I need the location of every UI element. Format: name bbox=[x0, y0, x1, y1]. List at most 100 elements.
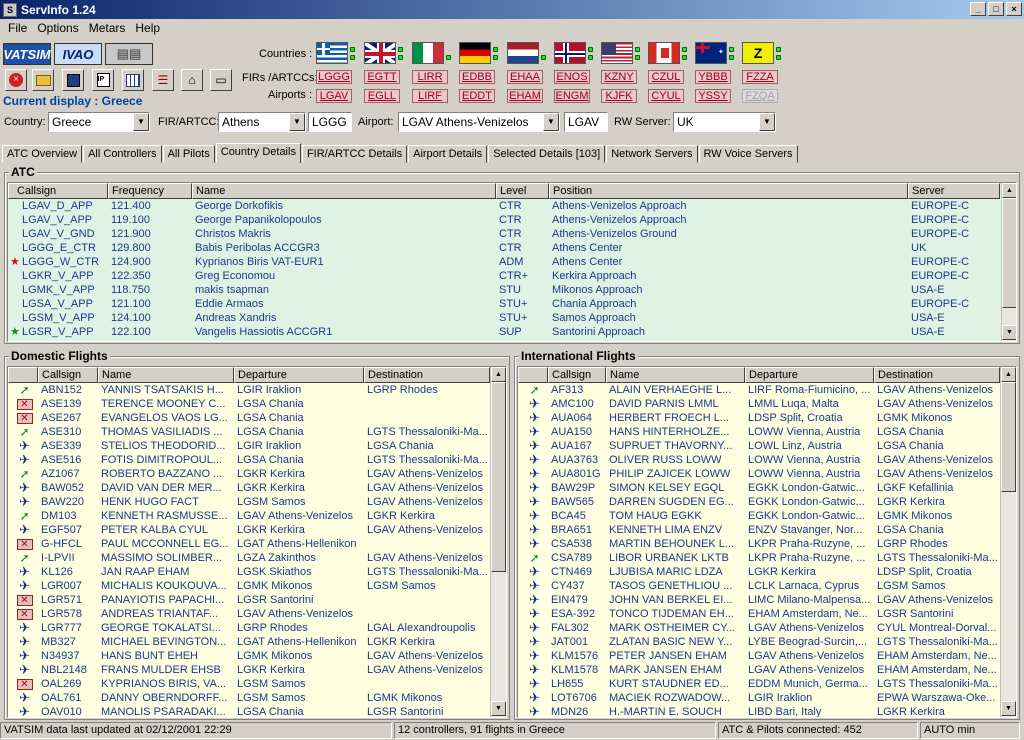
table-row[interactable]: LGSA_V_APP 121.100 Eddie Armaos STU+ Chania … bbox=[8, 297, 1000, 311]
domestic-table[interactable]: Callsign Name Departure Destination ➚ ABN… bbox=[7, 366, 507, 718]
scroll-up-icon[interactable]: ▲ bbox=[491, 367, 506, 382]
airport-chip[interactable]: YSSY bbox=[695, 89, 731, 103]
grid-icon[interactable] bbox=[122, 69, 144, 91]
tab-fir-details[interactable]: FIR/ARTCC Details bbox=[301, 145, 408, 163]
table-row[interactable]: ✈ LGR777 GEORGE TOKALATSI... LGRP Rhodes LGA… bbox=[8, 621, 490, 635]
table-row[interactable]: ✕ ASE139 TERENCE MOONEY C... LGSA Chania bbox=[8, 397, 490, 411]
table-row[interactable]: ✈ AUA064 HERBERT FROECH L... LDSP Split, Cr… bbox=[518, 411, 1000, 425]
scroll-thumb[interactable] bbox=[1001, 382, 1016, 492]
airport-chip[interactable]: EHAM bbox=[507, 89, 543, 103]
table-row[interactable]: ✈ BCA45 TOM HAUG EGKK EGKK London-Gatwic...… bbox=[518, 509, 1000, 523]
tab-country-details[interactable]: Country Details bbox=[215, 143, 301, 163]
fir-chip[interactable]: ENOS bbox=[554, 70, 590, 84]
flag-netherlands-icon[interactable] bbox=[507, 42, 539, 64]
table-row[interactable]: ✈ AUA3763 OLIVER RUSS LOWW LOWW Vienna, Aus… bbox=[518, 453, 1000, 467]
table-row[interactable]: ✈ KLM1578 MARK JANSEN EHAM LGAV Athens-Veni… bbox=[518, 663, 1000, 677]
table-row[interactable]: ✈ AUA150 HANS HINTERHOLZE... LOWW Vienna, A… bbox=[518, 425, 1000, 439]
menu-file[interactable]: File bbox=[3, 21, 32, 35]
table-row[interactable]: ➚ I-LPVII MASSIMO SOLIMBER... LGZA Zakintho… bbox=[8, 551, 490, 565]
column-header[interactable]: Position bbox=[549, 183, 908, 199]
fir-chip[interactable]: LGGG bbox=[316, 70, 352, 84]
tab-all-pilots[interactable]: All Pilots bbox=[162, 145, 215, 163]
table-row[interactable]: ✈ EGF507 PETER KALBA CYUL LGKR Kerkira LGAV … bbox=[8, 523, 490, 537]
table-row[interactable]: ★ LGGG_W_CTR 124.900 Kyprianos Biris VAT-EU… bbox=[8, 255, 1000, 269]
table-row[interactable]: LGAV_V_APP 119.100 George Papanikolopoulos… bbox=[8, 213, 1000, 227]
flag-norway-icon[interactable] bbox=[554, 42, 586, 64]
column-header[interactable]: Name bbox=[606, 367, 745, 383]
table-row[interactable]: ✕ LGR578 ANDREAS TRIANTAF... LGAV Athens-Ve… bbox=[8, 607, 490, 621]
table-row[interactable]: ✈ CSA538 MARTIN BEHOUNEK L... LKPR Praha-Ru… bbox=[518, 537, 1000, 551]
menu-options[interactable]: Options bbox=[32, 21, 83, 35]
table-row[interactable]: ✈ MB327 MICHAEL BEVINGTON... LGAT Athens-He… bbox=[8, 635, 490, 649]
list-icon[interactable]: ☰ bbox=[152, 69, 174, 91]
table-row[interactable]: ➚ AZ1067 ROBERTO BAZZANO ... LGKR Kerkira LG… bbox=[8, 467, 490, 481]
fir-select[interactable]: Athens ▼ bbox=[218, 112, 306, 132]
column-header[interactable]: Callsign bbox=[548, 367, 606, 383]
international-scrollbar[interactable]: ▲ ▼ bbox=[1000, 367, 1016, 717]
table-row[interactable]: ✕ G-HFCL PAUL MCCONNELL EG... LGAT Athens-H… bbox=[8, 537, 490, 551]
table-row[interactable]: ✈ FAL302 MARK OSTHEIMER CY... LGAV Athens-V… bbox=[518, 621, 1000, 635]
fir-chip[interactable]: YBBB bbox=[695, 70, 731, 84]
tab-rw-voice-servers[interactable]: RW Voice Servers bbox=[698, 145, 798, 163]
international-table[interactable]: Callsign Name Departure Destination ➚ AF3… bbox=[517, 366, 1017, 718]
tab-airport-details[interactable]: Airport Details bbox=[408, 145, 488, 163]
fir-chip[interactable]: KZNY bbox=[601, 70, 637, 84]
country-select[interactable]: Greece ▼ bbox=[48, 112, 150, 132]
table-row[interactable]: ✈ OAL761 DANNY OBERNDORFF... LGSM Samos LGMK… bbox=[8, 691, 490, 705]
flag-australia-icon[interactable]: ✦ bbox=[695, 42, 727, 64]
table-row[interactable]: ✈ BAW29P SIMON KELSEY EGQL EGKK London-Gatw… bbox=[518, 481, 1000, 495]
column-header[interactable]: Frequency bbox=[108, 183, 192, 199]
table-row[interactable]: ✈ LGR007 MICHALIS KOUKOUVA... LGMK Mikonos L… bbox=[8, 579, 490, 593]
chevron-down-icon[interactable]: ▼ bbox=[289, 113, 305, 131]
maximize-button[interactable]: □ bbox=[988, 2, 1004, 16]
table-row[interactable]: ➚ CSA789 LIBOR URBANEK LKTB LKPR Praha-Ruzy… bbox=[518, 551, 1000, 565]
table-row[interactable]: ✈ BAW565 DARREN SUGDEN EG... EGKK London-Ga… bbox=[518, 495, 1000, 509]
table-row[interactable]: ✈ ESA-392 TONCO TIJDEMAN EH... EHAM Amsterd… bbox=[518, 607, 1000, 621]
binoculars-icon[interactable]: ⌂ bbox=[181, 69, 203, 91]
flag-united-kingdom-icon[interactable] bbox=[364, 42, 396, 64]
column-header[interactable]: Level bbox=[496, 183, 549, 199]
rw-server-select[interactable]: UK ▼ bbox=[673, 112, 776, 132]
flag-greece-icon[interactable] bbox=[316, 42, 348, 64]
tab-network-servers[interactable]: Network Servers bbox=[606, 145, 698, 163]
column-header[interactable]: Name bbox=[98, 367, 234, 383]
menu-metars[interactable]: Metars bbox=[84, 21, 131, 35]
tab-selected-details[interactable]: Selected Details [103] bbox=[488, 145, 606, 163]
flag-z-icon[interactable]: Z bbox=[742, 42, 774, 64]
fir-chip[interactable]: LIRR bbox=[412, 70, 448, 84]
fir-chip[interactable]: EDBB bbox=[459, 70, 495, 84]
table-row[interactable]: ✈ CTN469 LJUBISA MARIC LDZA LGKR Kerkira LDS… bbox=[518, 565, 1000, 579]
table-row[interactable]: LGAV_V_GND 121.900 Christos Makris CTR Athen… bbox=[8, 227, 1000, 241]
airport-chip[interactable]: LGAV bbox=[316, 89, 352, 103]
column-header[interactable]: Callsign bbox=[38, 367, 98, 383]
table-row[interactable]: LGGG_E_CTR 129.800 Babis Peribolas ACCGR3 C… bbox=[8, 241, 1000, 255]
table-row[interactable]: ✈ AMC100 DAVID PARNIS LMML LMML Luqa, Malta… bbox=[518, 397, 1000, 411]
save-icon[interactable] bbox=[62, 69, 84, 91]
scroll-thumb[interactable] bbox=[491, 382, 506, 572]
chevron-down-icon[interactable]: ▼ bbox=[133, 113, 149, 131]
vatsim-logo-button[interactable]: VATSIM bbox=[3, 43, 51, 65]
table-row[interactable]: ➚ DM103 KENNETH RASMUSSE... LGAV Athens-Ven… bbox=[8, 509, 490, 523]
table-row[interactable]: ✈ N34937 HANS BUNT EHEH LGMK Mikonos LGAV At… bbox=[8, 649, 490, 663]
table-row[interactable]: ✈ MDN26 H.-MARTIN E. SOUCH LIBD Bari, Italy… bbox=[518, 705, 1000, 717]
message-icon[interactable]: ▭ bbox=[210, 69, 232, 91]
table-row[interactable]: LGSM_V_APP 124.100 Andreas Xandris STU+ Samo… bbox=[8, 311, 1000, 325]
table-row[interactable]: ✈ LOT6706 MACIEK ROZWADOW... LGIR Iraklion E… bbox=[518, 691, 1000, 705]
airport-chip[interactable]: FZQA bbox=[742, 89, 778, 103]
table-row[interactable]: ✈ KL126 JAN RAAP EHAM LGSK Skiathos LGTS The… bbox=[8, 565, 490, 579]
airport-chip[interactable]: EDDT bbox=[459, 89, 495, 103]
table-row[interactable]: ✈ BAW220 HENK HUGO FACT LGSM Samos LGAV Athe… bbox=[8, 495, 490, 509]
domestic-scrollbar[interactable]: ▲ ▼ bbox=[490, 367, 506, 717]
chevron-down-icon[interactable]: ▼ bbox=[759, 113, 775, 131]
close-icon[interactable]: × bbox=[5, 69, 27, 91]
ivao-logo-button[interactable]: IVAO bbox=[54, 43, 102, 65]
tab-atc-overview[interactable]: ATC Overview bbox=[2, 145, 83, 163]
book-icon[interactable]: ▤▤ bbox=[105, 43, 153, 65]
column-header[interactable]: Name bbox=[192, 183, 496, 199]
table-row[interactable]: ✈ OAV010 MANOLIS PSARADAKI... LGSA Chania LG… bbox=[8, 705, 490, 717]
close-window-button[interactable]: × bbox=[1006, 2, 1022, 16]
table-row[interactable]: ✈ LH655 KURT STAUDNER ED... EDDM Munich, Ge… bbox=[518, 677, 1000, 691]
table-row[interactable]: ✕ LGR571 PANAYIOTIS PAPACHI... LGSR Santori… bbox=[8, 593, 490, 607]
airport-chip[interactable]: LIRF bbox=[412, 89, 448, 103]
table-row[interactable]: LGAV_D_APP 121.400 George Dorkofikis CTR Ath… bbox=[8, 199, 1000, 213]
